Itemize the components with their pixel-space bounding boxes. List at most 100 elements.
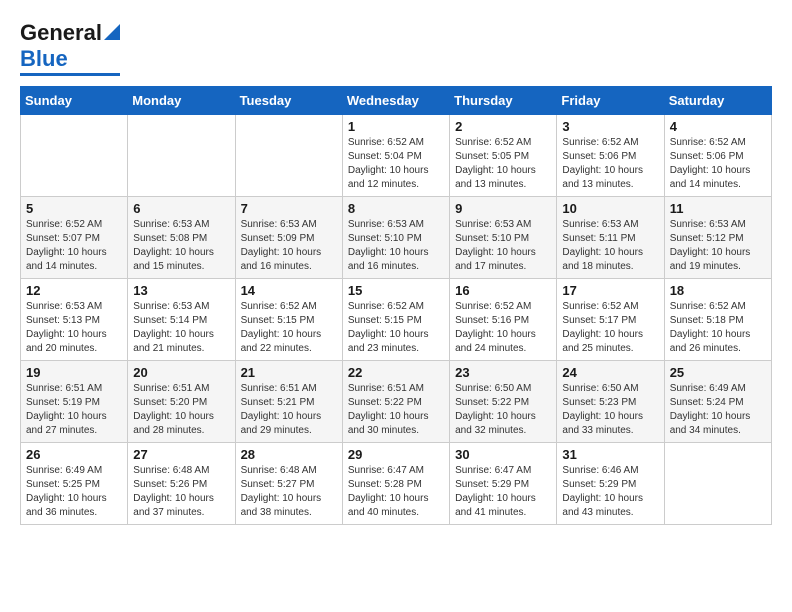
calendar-week-row: 19Sunrise: 6:51 AM Sunset: 5:19 PM Dayli… (21, 361, 772, 443)
calendar-cell: 14 Sunrise: 6:52 AM Sunset: 5:15 PM Dayli… (235, 279, 342, 361)
day-number: 17 (562, 283, 658, 298)
day-number: 20 (133, 365, 229, 380)
day-number: 15 (348, 283, 444, 298)
day-number: 10 (562, 201, 658, 216)
day-info: Sunrise: 6:52 AM Sunset: 5:06 PM Dayligh… (670, 136, 766, 192)
calendar-cell: 29 Sunrise: 6:47 AM Sunset: 5:28 PM Dayli… (342, 443, 449, 525)
day-number: 27 (133, 447, 229, 462)
day-info: Sunrise: 6:52 AM Sunset: 5:07 PM Dayligh… (26, 218, 122, 274)
day-number: 25 (670, 365, 766, 380)
day-info: Sunrise: 6:52 AM Sunset: 5:15 PM Dayligh… (241, 300, 337, 356)
day-info: Sunrise: 6:52 AM Sunset: 5:05 PM Dayligh… (455, 136, 551, 192)
day-number: 6 (133, 201, 229, 216)
calendar-cell: 4Sunrise: 6:52 AM Sunset: 5:06 PM Daylig… (664, 115, 771, 197)
calendar-cell: 18 Sunrise: 6:52 AM Sunset: 5:18 PM Dayli… (664, 279, 771, 361)
calendar-cell: 27 Sunrise: 6:48 AM Sunset: 5:26 PM Dayli… (128, 443, 235, 525)
calendar-cell: 31 Sunrise: 6:46 AM Sunset: 5:29 PM Dayli… (557, 443, 664, 525)
day-number: 9 (455, 201, 551, 216)
day-info: Sunrise: 6:51 AM Sunset: 5:19 PM Dayligh… (26, 382, 122, 438)
day-info: Sunrise: 6:52 AM Sunset: 5:18 PM Dayligh… (670, 300, 766, 356)
calendar-cell: 11 Sunrise: 6:53 AM Sunset: 5:12 PM Dayli… (664, 197, 771, 279)
logo-general: General (20, 20, 102, 46)
logo: General Blue (20, 20, 120, 76)
logo-icon (104, 24, 120, 40)
day-number: 11 (670, 201, 766, 216)
calendar-cell: 7 Sunrise: 6:53 AM Sunset: 5:09 PM Daylig… (235, 197, 342, 279)
day-info: Sunrise: 6:47 AM Sunset: 5:28 PM Dayligh… (348, 464, 444, 520)
day-info: Sunrise: 6:51 AM Sunset: 5:22 PM Dayligh… (348, 382, 444, 438)
calendar-week-row: 26Sunrise: 6:49 AM Sunset: 5:25 PM Dayli… (21, 443, 772, 525)
calendar-header-saturday: Saturday (664, 87, 771, 115)
day-info: Sunrise: 6:48 AM Sunset: 5:26 PM Dayligh… (133, 464, 229, 520)
day-number: 22 (348, 365, 444, 380)
day-number: 14 (241, 283, 337, 298)
day-number: 31 (562, 447, 658, 462)
calendar-cell: 30 Sunrise: 6:47 AM Sunset: 5:29 PM Dayli… (450, 443, 557, 525)
calendar-cell: 24 Sunrise: 6:50 AM Sunset: 5:23 PM Dayli… (557, 361, 664, 443)
day-info: Sunrise: 6:52 AM Sunset: 5:17 PM Dayligh… (562, 300, 658, 356)
calendar-cell: 23 Sunrise: 6:50 AM Sunset: 5:22 PM Dayli… (450, 361, 557, 443)
calendar-cell: 9Sunrise: 6:53 AM Sunset: 5:10 PM Daylig… (450, 197, 557, 279)
day-number: 30 (455, 447, 551, 462)
calendar-cell: 16 Sunrise: 6:52 AM Sunset: 5:16 PM Dayli… (450, 279, 557, 361)
day-number: 1 (348, 119, 444, 134)
calendar-header-thursday: Thursday (450, 87, 557, 115)
day-info: Sunrise: 6:53 AM Sunset: 5:12 PM Dayligh… (670, 218, 766, 274)
day-number: 16 (455, 283, 551, 298)
day-info: Sunrise: 6:50 AM Sunset: 5:23 PM Dayligh… (562, 382, 658, 438)
day-info: Sunrise: 6:51 AM Sunset: 5:20 PM Dayligh… (133, 382, 229, 438)
day-info: Sunrise: 6:53 AM Sunset: 5:11 PM Dayligh… (562, 218, 658, 274)
day-info: Sunrise: 6:52 AM Sunset: 5:04 PM Dayligh… (348, 136, 444, 192)
day-number: 21 (241, 365, 337, 380)
day-number: 7 (241, 201, 337, 216)
day-number: 8 (348, 201, 444, 216)
calendar-cell: 20 Sunrise: 6:51 AM Sunset: 5:20 PM Dayli… (128, 361, 235, 443)
day-number: 24 (562, 365, 658, 380)
day-number: 12 (26, 283, 122, 298)
logo-underline (20, 73, 120, 76)
calendar-cell: 1 Sunrise: 6:52 AM Sunset: 5:04 PM Daylig… (342, 115, 449, 197)
calendar-cell: 21 Sunrise: 6:51 AM Sunset: 5:21 PM Dayli… (235, 361, 342, 443)
calendar-cell: 6 Sunrise: 6:53 AM Sunset: 5:08 PM Daylig… (128, 197, 235, 279)
calendar-header-row: SundayMondayTuesdayWednesdayThursdayFrid… (21, 87, 772, 115)
day-info: Sunrise: 6:53 AM Sunset: 5:14 PM Dayligh… (133, 300, 229, 356)
calendar-header-sunday: Sunday (21, 87, 128, 115)
calendar-cell: 12 Sunrise: 6:53 AM Sunset: 5:13 PM Dayli… (21, 279, 128, 361)
calendar-cell: 25 Sunrise: 6:49 AM Sunset: 5:24 PM Dayli… (664, 361, 771, 443)
day-info: Sunrise: 6:51 AM Sunset: 5:21 PM Dayligh… (241, 382, 337, 438)
calendar-cell: 5 Sunrise: 6:52 AM Sunset: 5:07 PM Daylig… (21, 197, 128, 279)
calendar-cell: 8 Sunrise: 6:53 AM Sunset: 5:10 PM Daylig… (342, 197, 449, 279)
day-info: Sunrise: 6:52 AM Sunset: 5:06 PM Dayligh… (562, 136, 658, 192)
day-info: Sunrise: 6:53 AM Sunset: 5:10 PM Dayligh… (348, 218, 444, 274)
day-info: Sunrise: 6:47 AM Sunset: 5:29 PM Dayligh… (455, 464, 551, 520)
calendar-header-friday: Friday (557, 87, 664, 115)
day-info: Sunrise: 6:48 AM Sunset: 5:27 PM Dayligh… (241, 464, 337, 520)
day-info: Sunrise: 6:49 AM Sunset: 5:24 PM Dayligh… (670, 382, 766, 438)
calendar-week-row: 12 Sunrise: 6:53 AM Sunset: 5:13 PM Dayli… (21, 279, 772, 361)
day-number: 18 (670, 283, 766, 298)
day-info: Sunrise: 6:46 AM Sunset: 5:29 PM Dayligh… (562, 464, 658, 520)
calendar-cell: 26Sunrise: 6:49 AM Sunset: 5:25 PM Dayli… (21, 443, 128, 525)
calendar-header-wednesday: Wednesday (342, 87, 449, 115)
calendar-header-tuesday: Tuesday (235, 87, 342, 115)
calendar-week-row: 1 Sunrise: 6:52 AM Sunset: 5:04 PM Daylig… (21, 115, 772, 197)
day-info: Sunrise: 6:53 AM Sunset: 5:08 PM Dayligh… (133, 218, 229, 274)
logo-blue: Blue (20, 46, 68, 72)
day-number: 5 (26, 201, 122, 216)
day-info: Sunrise: 6:53 AM Sunset: 5:09 PM Dayligh… (241, 218, 337, 274)
calendar-cell (664, 443, 771, 525)
day-info: Sunrise: 6:50 AM Sunset: 5:22 PM Dayligh… (455, 382, 551, 438)
calendar-header-monday: Monday (128, 87, 235, 115)
day-number: 28 (241, 447, 337, 462)
day-number: 23 (455, 365, 551, 380)
calendar-cell: 28 Sunrise: 6:48 AM Sunset: 5:27 PM Dayli… (235, 443, 342, 525)
day-number: 29 (348, 447, 444, 462)
day-info: Sunrise: 6:49 AM Sunset: 5:25 PM Dayligh… (26, 464, 122, 520)
calendar-cell: 3 Sunrise: 6:52 AM Sunset: 5:06 PM Daylig… (557, 115, 664, 197)
calendar-cell: 19Sunrise: 6:51 AM Sunset: 5:19 PM Dayli… (21, 361, 128, 443)
day-number: 3 (562, 119, 658, 134)
calendar-cell (235, 115, 342, 197)
calendar-cell: 22 Sunrise: 6:51 AM Sunset: 5:22 PM Dayli… (342, 361, 449, 443)
day-info: Sunrise: 6:53 AM Sunset: 5:13 PM Dayligh… (26, 300, 122, 356)
day-info: Sunrise: 6:52 AM Sunset: 5:16 PM Dayligh… (455, 300, 551, 356)
